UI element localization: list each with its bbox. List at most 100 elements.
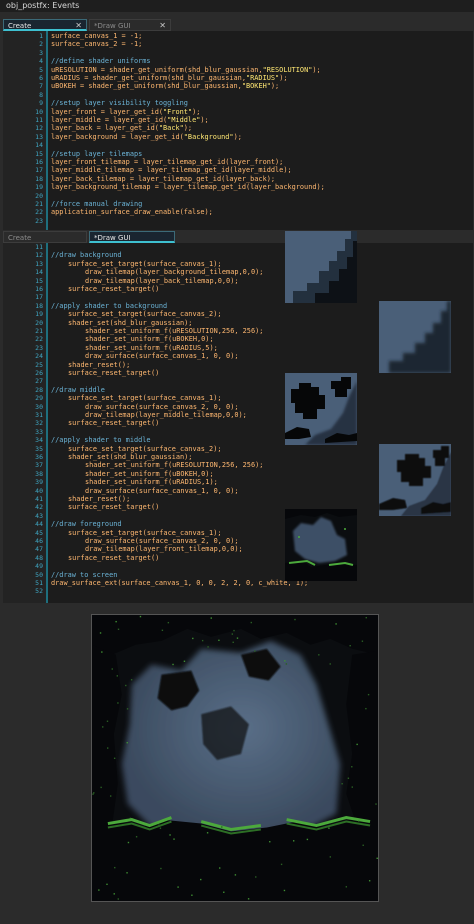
tab-draw-gui[interactable]: *Draw GUI [89,231,175,243]
moss-speck [356,743,358,746]
moss-speck [351,766,353,768]
line-number: 7 [39,82,43,91]
code-comment-line[interactable]: //apply shader to middle [51,436,151,444]
line-number: 8 [39,90,43,99]
code-line[interactable]: layer_background = layer_get_id("Backgro… [51,133,242,141]
preview-foreground-thumbnail [285,509,357,581]
moss-speck [368,880,371,882]
line-number: 12 [35,124,43,133]
line-number: 33 [35,427,43,436]
code-line[interactable]: surface_reset_target() [68,369,159,377]
code-line[interactable]: surface_canvas_1 = -1; [51,32,142,40]
code-line[interactable]: draw_tilemap(layer_middle_tilemap,0,0); [85,411,247,419]
tab-create[interactable]: Create ✕ [3,19,87,31]
moss-speck [294,618,296,621]
code-line[interactable]: draw_surface(surface_canvas_1, 0, 0); [85,352,239,360]
code-line[interactable]: layer_back = layer_get_id("Back"); [51,124,192,132]
code-line[interactable]: shader_set_uniform_f(uRESOLUTION,256, 25… [85,327,263,335]
code-line[interactable]: surface_set_target(surface_canvas_2); [68,310,222,318]
tab-draw-gui[interactable]: *Draw GUI ✕ [89,19,171,31]
code-line[interactable]: layer_middle_tilemap = layer_tilemap_get… [51,166,292,174]
code-comment-line[interactable]: //draw foreground [51,520,122,528]
moss-speck [206,832,209,834]
code-line[interactable]: layer_back_tilemap = layer_tilemap_get_i… [51,175,275,183]
code-line[interactable]: layer_front = layer_get_id("Front"); [51,108,200,116]
moss-speck [231,633,234,635]
code-comment-line[interactable]: //draw to screen [51,571,117,579]
line-number: 15 [35,149,43,158]
line-number: 20 [35,191,43,200]
line-number: 21 [35,327,43,335]
code-line[interactable]: surface_set_target(surface_canvas_1); [68,260,222,268]
code-line[interactable]: uBOKEH = shader_get_uniform(shd_blur_gau… [51,82,279,90]
line-number: 35 [35,444,43,453]
moss-speck [283,889,286,892]
moss-speck [306,838,309,841]
close-icon[interactable]: ✕ [159,21,166,30]
close-icon[interactable]: ✕ [75,21,82,30]
code-line[interactable]: shader_set(shd_blur_gaussian); [68,453,192,461]
moss-speck [191,894,193,896]
code-line[interactable]: shader_reset(); [68,495,130,503]
code-comment-line[interactable]: //setup layer visibility toggling [51,99,188,107]
moss-speck [106,747,109,749]
line-number: 20 [35,318,43,327]
code-line[interactable]: draw_tilemap(layer_background_tilemap,0,… [85,268,263,276]
code-line[interactable]: draw_surface(surface_canvas_2, 0, 0); [85,537,239,545]
moss-speck [115,620,117,623]
code-line[interactable]: draw_surface(surface_canvas_1, 0, 0); [85,487,239,495]
code-line[interactable]: surface_set_target(surface_canvas_2); [68,445,222,453]
code-line[interactable]: layer_front_tilemap = layer_tilemap_get_… [51,158,283,166]
code-comment-line[interactable]: //force manual drawing [51,200,142,208]
code-line[interactable]: draw_tilemap(layer_back_tilemap,0,0); [85,277,239,285]
line-number: 13 [35,259,43,268]
code-line[interactable]: surface_set_target(surface_canvas_1); [68,394,222,402]
code-line[interactable]: shader_set_uniform_f(uRADIUS,5); [85,344,218,352]
code-comment-line[interactable]: //draw middle [51,386,105,394]
code-line[interactable]: surface_reset_target() [68,419,159,427]
code-line[interactable]: draw_tilemap(layer_front_tilemap,0,0); [85,545,243,553]
moss-speck [135,836,138,838]
draw-gui-event-editor[interactable]: 11 12 //draw background 13 surface_set_targe… [3,243,473,603]
code-line[interactable]: application_surface_draw_enable(false); [51,208,213,216]
tab-create-label: Create [8,22,32,30]
moss-speck [362,844,364,846]
code-line[interactable]: shader_set_uniform_f(uRESOLUTION,256, 25… [85,461,263,469]
moss-speck [361,640,364,642]
code-line[interactable]: draw_surface(surface_canvas_2, 0, 0); [85,403,239,411]
line-number: 5 [39,65,43,74]
moss-speck [201,639,204,642]
code-line[interactable]: surface_set_target(surface_canvas_1); [68,529,222,537]
code-line[interactable]: shader_set(shd_blur_gaussian); [68,319,192,327]
code-line[interactable]: surface_canvas_2 = -1; [51,40,142,48]
code-comment-line[interactable]: //setup layer tilemaps [51,150,142,158]
code-line[interactable]: surface_reset_target() [68,285,159,293]
tab-create[interactable]: Create [3,231,87,243]
code-comment-line[interactable]: //apply shader to background [51,302,167,310]
code-line[interactable]: layer_background_tilemap = layer_tilemap… [51,183,325,191]
line-number: 25 [35,360,43,369]
code-line[interactable]: shader_reset(); [68,361,130,369]
line-number: 23 [35,216,43,225]
code-line[interactable]: uRADIUS = shader_get_uniform(shd_blur_ga… [51,74,288,82]
moss-speck [250,621,252,624]
code-line[interactable]: shader_set_uniform_f(uBOKEH,0); [85,470,214,478]
moss-speck [375,803,377,805]
tab-draw-gui-label: *Draw GUI [94,234,131,242]
code-line[interactable]: draw_surface_ext(surface_canvas_1, 0, 0,… [51,579,308,587]
code-line[interactable]: shader_set_uniform_f(uRADIUS,1); [85,478,218,486]
moss-speck [284,660,286,662]
code-comment-line[interactable]: //define shader uniforms [51,57,151,65]
moss-speck [349,644,351,647]
code-line[interactable]: uRESOLUTION = shader_get_uniform(shd_blu… [51,66,321,74]
moss-speck [247,898,250,900]
code-line[interactable]: layer_middle = layer_get_id("Middle"); [51,116,209,124]
code-line[interactable]: surface_reset_target() [68,554,159,562]
moss-speck [192,637,194,640]
create-event-editor[interactable]: 1 surface_canvas_1 = -1; 2 surface_canvas_2… [3,31,473,230]
code-line[interactable]: surface_reset_target() [68,503,159,511]
line-number: 21 [35,200,43,208]
line-number: 11 [35,116,43,124]
code-comment-line[interactable]: //draw background [51,251,122,259]
code-line[interactable]: shader_set_uniform_f(uBOKEH,0); [85,335,214,343]
